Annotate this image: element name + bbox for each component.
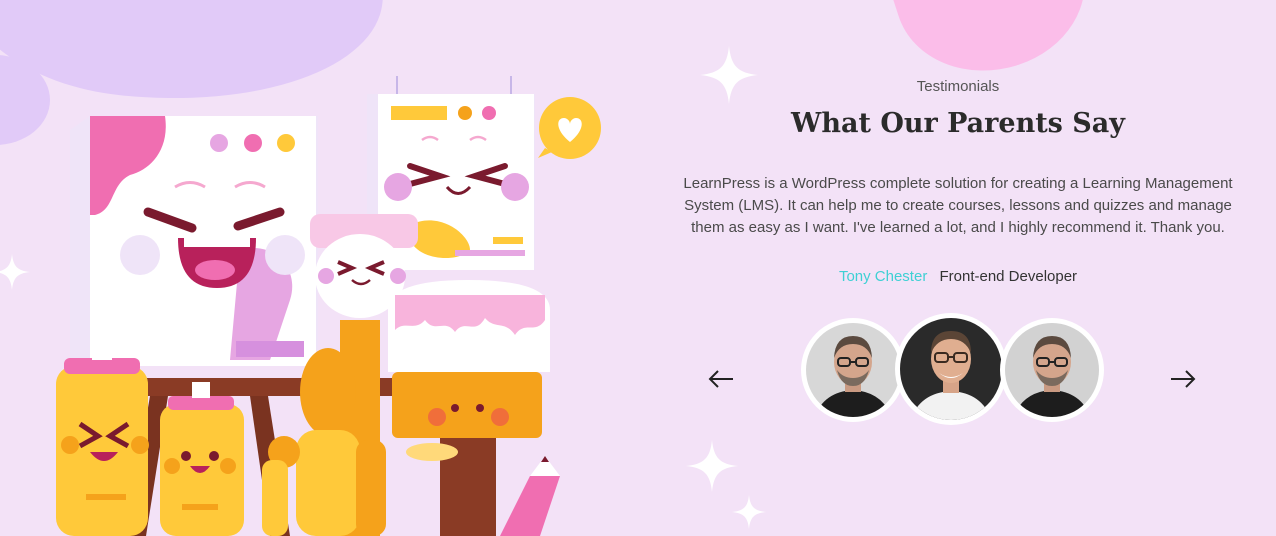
art-supplies-illustration (56, 76, 601, 536)
avatar[interactable] (801, 318, 905, 422)
prev-testimonial-button[interactable] (706, 364, 736, 394)
testimonials-section: Testimonials What Our Parents Say LearnP… (640, 0, 1276, 536)
testimonial-quote: LearnPress is a WordPress complete solut… (683, 175, 1233, 236)
testimonial-author: Tony Chester Front-end Developer (640, 268, 1276, 285)
author-role: Front-end Developer (939, 268, 1078, 285)
section-title: What Our Parents Say (791, 108, 1125, 139)
avatar[interactable] (895, 313, 1007, 425)
arrow-right-icon (1171, 370, 1196, 388)
arrow-left-icon (708, 370, 733, 388)
section-eyebrow: Testimonials (916, 78, 1000, 95)
avatar[interactable] (1000, 318, 1104, 422)
next-testimonial-button[interactable] (1168, 364, 1198, 394)
author-name: Tony Chester (838, 268, 928, 285)
